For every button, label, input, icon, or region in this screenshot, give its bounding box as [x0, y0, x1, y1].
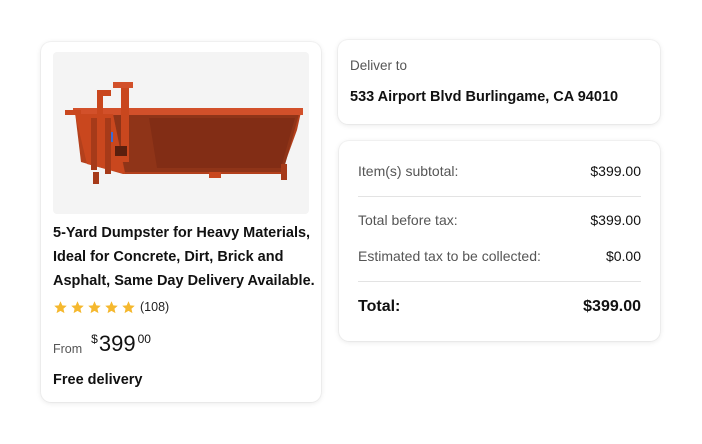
tax-value: $0.00: [605, 248, 641, 264]
price-currency: $: [91, 332, 98, 346]
total-row: Total: $399.00: [358, 298, 641, 316]
star-icon: [88, 300, 101, 313]
product-image[interactable]: [53, 52, 309, 214]
total-label: Total:: [358, 298, 401, 315]
subtotal-value: $399.00: [590, 163, 641, 179]
star-icon: [71, 300, 84, 313]
before-tax-row: Total before tax: $399.00: [358, 212, 641, 228]
product-card[interactable]: 5-Yard Dumpster for Heavy Materials, Ide…: [41, 42, 321, 402]
price-prefix: From: [53, 342, 83, 356]
product-title[interactable]: 5-Yard Dumpster for Heavy Materials, Ide…: [53, 221, 315, 293]
deliver-to-card[interactable]: Deliver to 533 Airport Blvd Burlingame, …: [338, 40, 660, 124]
deliver-label: Deliver to: [350, 58, 408, 73]
subtotal-label: Item(s) subtotal:: [358, 163, 459, 179]
divider: [358, 281, 641, 282]
star-icon: [122, 300, 135, 313]
price: From $ 399 00: [53, 328, 151, 358]
order-summary-card: Item(s) subtotal: $399.00 Total before t…: [339, 141, 660, 341]
price-whole: 399: [98, 331, 136, 356]
subtotal-row: Item(s) subtotal: $399.00: [358, 163, 641, 179]
star-icon: [54, 300, 67, 313]
rating-stars: [53, 300, 136, 315]
total-value: $399.00: [583, 298, 641, 315]
before-tax-label: Total before tax:: [358, 212, 458, 228]
review-count[interactable]: (108): [140, 300, 169, 314]
delivery-address: 533 Airport Blvd Burlingame, CA 94010: [350, 89, 619, 105]
dumpster-icon: [65, 82, 303, 184]
product-rating[interactable]: (108): [53, 298, 169, 316]
tax-row: Estimated tax to be collected: $0.00: [358, 248, 641, 264]
price-cents: 00: [137, 332, 151, 346]
star-icon: [105, 300, 118, 313]
tax-label: Estimated tax to be collected:: [358, 248, 541, 264]
divider: [358, 196, 641, 197]
delivery-info: Free delivery: [53, 372, 143, 388]
before-tax-value: $399.00: [590, 212, 641, 228]
